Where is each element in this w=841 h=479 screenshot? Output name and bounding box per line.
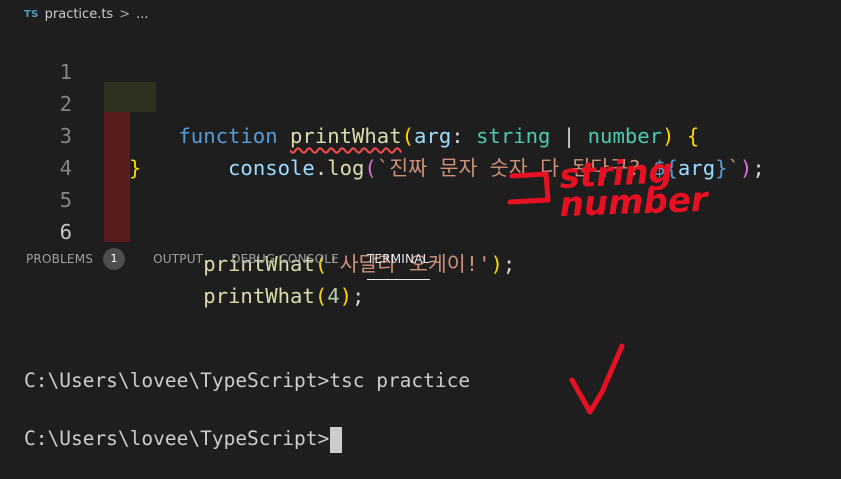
code-line-6[interactable]: 6 printWhat(4); [0,184,841,308]
code-line-3[interactable]: 3 } [0,88,841,180]
breadcrumb-separator: > [119,6,131,22]
terminal-prompt-text: C:\Users\lovee\TypeScript> [24,427,330,450]
terminal-prompt-line[interactable]: C:\Users\lovee\TypeScript> [24,424,343,454]
code-line-5[interactable]: 5 printWhat('사달라 오케이!'); [0,152,841,276]
tab-problems[interactable]: PROBLEMS 1 [26,236,126,282]
code-line-2[interactable]: 2 console.log(`진짜 문자 숫자 다 된다구? ${arg}`); [0,56,841,180]
tab-label: PROBLEMS [26,252,94,266]
terminal-line: C:\Users\lovee\TypeScript>tsc practice [24,366,470,396]
panel-tab-bar: PROBLEMS 1 OUTPUT DEBUG CONSOLE TERMINAL [0,236,841,282]
terminal[interactable]: C:\Users\lovee\TypeScript>tsc practice C… [0,282,841,479]
tab-label: TERMINAL [366,252,430,266]
tab-output[interactable]: OUTPUT [153,236,203,282]
tab-debug-console[interactable]: DEBUG CONSOLE [231,236,339,282]
problems-count-badge: 1 [103,248,126,270]
terminal-cursor [330,426,343,453]
code-line-1[interactable]: 1 function printWhat(arg: string | numbe… [0,24,841,148]
breadcrumb-filename[interactable]: practice.ts [45,7,114,22]
code-editor[interactable]: 1 function printWhat(arg: string | numbe… [0,24,841,308]
code-line-4[interactable]: 4 [0,120,841,180]
typescript-file-icon: TS [24,8,39,20]
breadcrumb-ellipsis[interactable]: ... [136,7,148,22]
tab-label: DEBUG CONSOLE [231,252,339,266]
terminal-command-text: C:\Users\lovee\TypeScript>tsc practice [24,369,471,392]
tab-terminal[interactable]: TERMINAL [366,236,430,282]
tab-label: OUTPUT [153,252,204,266]
